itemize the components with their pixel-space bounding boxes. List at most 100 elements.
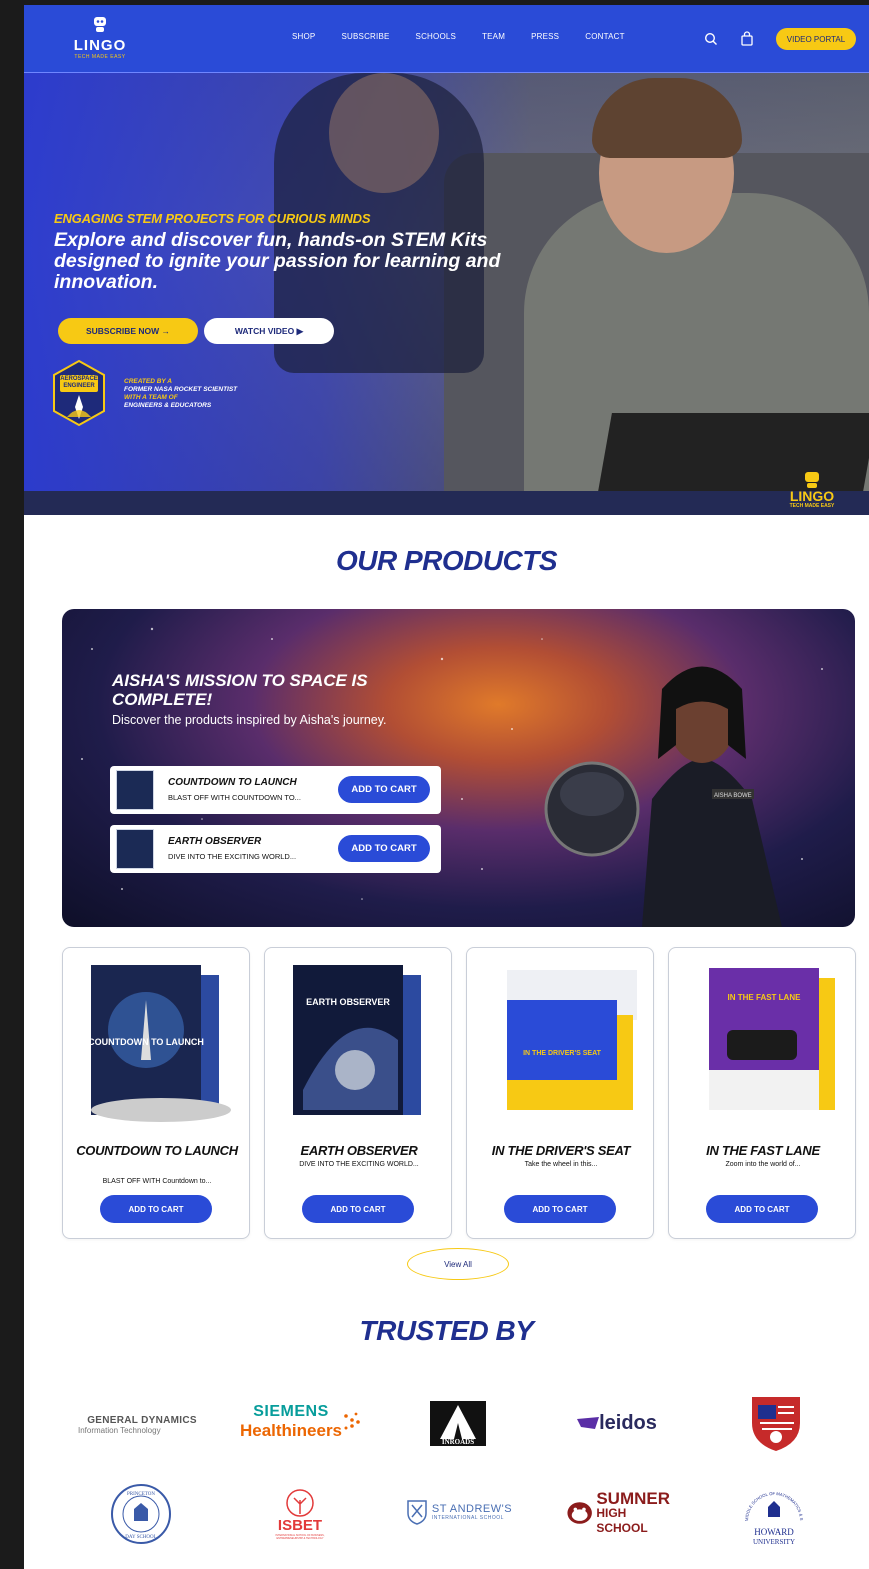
robot-icon [805,472,819,488]
logo-leidos-name: leidos [599,1411,657,1434]
st-andrews-shield-icon [407,1500,427,1525]
aisha-mission-banner: AISHA BOWE AISHA'S MISSION TO SPACE IS C… [62,609,855,927]
logo-dayschool-name: DAY SCHOOL [125,1535,156,1540]
hero-photo-hair-right [592,78,742,158]
nav-team[interactable]: TEAM [482,32,505,41]
banner-product-name: COUNTDOWN TO LAUNCH [168,777,297,788]
princeton-seal-icon: PRINCETON DAY SCHOOL [111,1484,171,1544]
product-name: COUNTDOWN TO LAUNCH [76,1143,238,1158]
badge-caption-line-1: CREATED BY A [124,378,172,385]
bulldog-mascot-icon [567,1502,592,1524]
logo-st-andrews-sub: INTERNATIONAL SCHOOL [431,1515,504,1521]
page: LINGO TECH MADE EASY SHOP SUBSCRIBE SCHO… [24,5,869,1569]
dots-icon [344,1412,360,1430]
add-to-cart-button[interactable]: ADD TO CART [338,835,430,862]
add-to-cart-button[interactable]: ADD TO CART [338,776,430,803]
hero-kicker: ENGAGING STEM PROJECTS FOR CURIOUS MINDS [54,211,371,226]
search-icon[interactable] [704,32,718,46]
view-all-button[interactable]: View All [407,1248,509,1280]
logo-isbet: ISBET INTERNATIONAL SCHOOL OF BUSINESS, … [272,1481,328,1547]
logo-inroads-name: INROADS [442,1438,474,1446]
product-card[interactable]: EARTH OBSERVER EARTH OBSERVER DIVE INTO … [264,947,452,1239]
badge-hexagon-icon [53,359,105,427]
product-desc: BLAST OFF WITH Countdown to... [102,1178,212,1185]
product-box-image: COUNTDOWN TO LAUNCH [88,965,231,1122]
product-name: EARTH OBSERVER [300,1143,418,1158]
nav-press[interactable]: PRESS [531,32,559,41]
subscribe-now-button[interactable]: SUBSCRIBE NOW → [58,318,198,344]
logo-st-andrews-name: ST ANDREW'S [431,1503,513,1515]
logo-isbet-name: ISBET [277,1517,323,1534]
badge-caption-line-2: FORMER NASA ROCKET SCIENTIST [124,386,238,393]
logo-gd-sub: Information Technology [78,1426,161,1435]
logo-gd-name: GENERAL DYNAMICS [87,1415,197,1426]
box-title-text: IN THE DRIVER'S SEAT [523,1050,601,1057]
hero-title: Explore and discover fun, hands-on STEM … [54,229,501,293]
inroads-mark-icon: INROADS [430,1401,486,1446]
logo-tagline: TECH MADE EASY [74,54,126,60]
add-to-cart-button[interactable]: ADD TO CART [100,1195,212,1223]
hero-section: LINGO TECH MADE EASY ENGAGING STEM PROJE… [24,73,869,515]
banner-product-desc: BLAST OFF WITH COUNTDOWN TO... [168,793,301,802]
hero-photo-head-left [329,73,439,193]
shopping-bag-icon[interactable] [740,31,754,46]
banner-product-name: EARTH OBSERVER [168,836,262,847]
product-box-image: EARTH OBSERVER [293,965,421,1115]
product-desc: Zoom into the world of... [725,1161,801,1168]
logo-st-andrews: ST ANDREW'S INTERNATIONAL SCHOOL [404,1497,514,1527]
howard-seal-icon: MIDDLE SCHOOL OF MATHEMATICS & SCIENCE H… [740,1481,804,1546]
nav-shop[interactable]: SHOP [292,32,315,41]
badge-caption: CREATED BY A FORMER NASA ROCKET SCIENTIS… [124,378,237,410]
trusted-heading: TRUSTED BY [359,1315,534,1346]
product-name: IN THE DRIVER'S SEAT [491,1143,631,1158]
product-box-image: IN THE FAST LANE [709,968,835,1110]
product-card[interactable]: IN THE FAST LANE IN THE FAST LANE Zoom i… [668,947,856,1239]
corner-logo-word: LINGO [789,488,835,504]
products-heading: OUR PRODUCTS [335,545,558,576]
badge-caption-line-3: WITH A TEAM OF [124,394,178,401]
nav-schools[interactable]: SCHOOLS [416,32,457,41]
banner-product-desc: DIVE INTO THE EXCITING WORLD... [168,852,297,861]
box-title-text: IN THE FAST LANE [728,993,802,1002]
logo-sumner-sub: HIGH SCHOOL [596,1505,648,1535]
add-to-cart-button[interactable]: ADD TO CART [706,1195,818,1223]
product-thumbnail [116,829,154,869]
logo-inroads: INROADS [430,1401,486,1446]
shield-crest-icon [752,1397,800,1451]
logo-princeton-name: PRINCETON [127,1492,155,1497]
product-name: IN THE FAST LANE [706,1143,820,1158]
add-to-cart-button[interactable]: ADD TO CART [302,1195,414,1223]
logo-healthineers-name: Healthineers [239,1421,343,1440]
logo-howard-sub: UNIVERSITY [753,1538,795,1546]
banner-product-card[interactable]: EARTH OBSERVER DIVE INTO THE EXCITING WO… [110,825,441,873]
astronaut-photo: AISHA BOWE [544,666,782,927]
logo-leidos: leidos [572,1407,662,1439]
hero-bottom-strip [24,491,869,515]
box-title-text: EARTH OBSERVER [306,997,390,1007]
logo-st-andrews-text: ST ANDREW'S INTERNATIONAL SCHOOL [432,1503,512,1521]
watch-video-button[interactable]: WATCH VIDEO ▶ [204,318,334,344]
main-nav: SHOP SUBSCRIBE SCHOOLS TEAM PRESS CONTAC… [292,32,651,41]
banner-title: AISHA'S MISSION TO SPACE IS COMPLETE! [112,671,368,709]
product-desc: Take the wheel in this... [524,1161,598,1168]
logo-howard-name: HOWARD [754,1527,794,1537]
leidos-flag-icon [577,1417,600,1429]
product-card[interactable]: COUNTDOWN TO LAUNCH COUNTDOWN TO LAUNCH … [62,947,250,1239]
isbet-tree-icon [286,1489,314,1517]
logo-isbet-sub: INTERNATIONAL SCHOOL OF BUSINESS, ENTREP… [275,1534,325,1540]
nav-subscribe[interactable]: SUBSCRIBE [341,32,389,41]
site-header: LINGO TECH MADE EASY SHOP SUBSCRIBE SCHO… [24,5,869,73]
logo-general-dynamics: GENERAL DYNAMICS Information Technology [72,1405,212,1445]
box-title-text: COUNTDOWN TO LAUNCH [88,1037,204,1047]
video-portal-button[interactable]: VIDEO PORTAL [776,28,856,50]
badge-caption-line-4: ENGINEERS & EDUCATORS [124,402,212,409]
hero-corner-logo: LINGO TECH MADE EASY [772,471,852,511]
banner-product-card[interactable]: COUNTDOWN TO LAUNCH BLAST OFF WITH COUNT… [110,766,441,814]
robot-icon [94,17,106,32]
add-to-cart-button[interactable]: ADD TO CART [504,1195,616,1223]
logo-princeton-day-school: PRINCETON DAY SCHOOL [110,1483,172,1545]
logo-siemens-text: SIEMENS Healthineers [240,1403,342,1441]
product-card[interactable]: IN THE DRIVER'S SEAT IN THE DRIVER'S SEA… [466,947,654,1239]
nav-contact[interactable]: CONTACT [585,32,624,41]
lingo-logo[interactable]: LINGO TECH MADE EASY [64,15,136,63]
